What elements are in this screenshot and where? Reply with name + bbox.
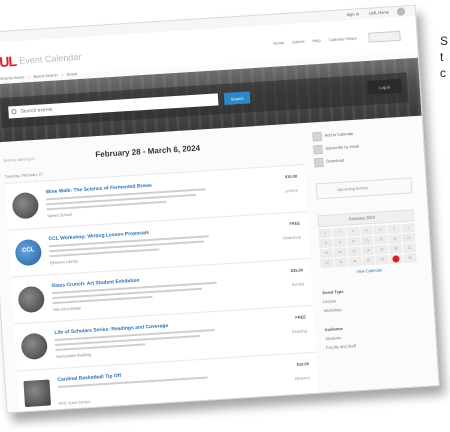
event-list: Wine Walk: The Science of Fermented Brew… xyxy=(4,164,320,414)
ul-logo[interactable]: UL xyxy=(0,53,16,70)
event-price: FREE xyxy=(295,314,307,320)
main-nav: Home Submit Help Calendar Views xyxy=(273,36,356,46)
top-links: Sign In UofL Home xyxy=(346,9,389,17)
event-location: Ekstrom Library xyxy=(49,258,79,266)
event-price: $25.00 xyxy=(290,267,304,274)
event-price: $15.00 xyxy=(284,173,298,180)
side-link-label: Add to Calendar xyxy=(324,130,354,138)
search-panel: Search Log in xyxy=(0,72,409,128)
event-thumbnail[interactable] xyxy=(11,191,40,220)
calendar-day[interactable]: 17 xyxy=(347,246,361,257)
calendar-day[interactable]: 16 xyxy=(333,247,347,258)
filter-option[interactable]: Workshop xyxy=(323,302,419,313)
email-icon xyxy=(313,144,323,155)
side-link-label: Download xyxy=(326,157,345,164)
calendar-day[interactable]: 1 xyxy=(318,228,332,239)
event-category: Athletics xyxy=(294,375,310,382)
breadcrumb-separator: › xyxy=(61,72,64,78)
top-link-2[interactable]: UofL Home xyxy=(369,9,389,15)
calendar-day[interactable]: 28 xyxy=(403,253,417,263)
calendar-day[interactable]: 10 xyxy=(346,236,361,247)
nav-item-submit[interactable]: Submit xyxy=(292,39,305,45)
calendar-day[interactable]: 4 xyxy=(359,225,374,236)
cropped-text-fragment: c xyxy=(440,66,446,80)
login-button[interactable]: Log in xyxy=(367,78,403,95)
event-location: Hite Art Institute xyxy=(52,305,82,313)
event-category: Workshop xyxy=(282,234,302,241)
calendar-day[interactable]: 6 xyxy=(387,224,402,234)
app-title: Event Calendar xyxy=(18,51,82,66)
breadcrumb-item: Event xyxy=(66,71,78,77)
calendar-day[interactable]: 22 xyxy=(320,258,334,269)
calendar-day[interactable]: 5 xyxy=(373,225,388,235)
event-category: Exhibit xyxy=(291,281,305,288)
view-option-select[interactable]: Events starting on xyxy=(3,156,35,163)
calendar-day[interactable]: 21 xyxy=(402,243,417,254)
calendar-day[interactable]: 26 xyxy=(375,254,390,265)
download-icon xyxy=(314,157,324,168)
calendar-day[interactable]: 24 xyxy=(348,256,362,267)
calendar-day[interactable]: 9 xyxy=(332,237,347,248)
event-location: Humanities Building xyxy=(55,351,92,360)
calendar-day[interactable]: 23 xyxy=(334,257,348,268)
calendar-day[interactable]: 19 xyxy=(375,244,389,255)
event-thumbnail[interactable] xyxy=(17,285,46,314)
calendar-day[interactable]: 12 xyxy=(374,234,388,245)
breadcrumb-item[interactable]: Events Home xyxy=(0,74,24,80)
calendar-day[interactable]: 11 xyxy=(360,235,374,246)
filter-option[interactable]: Faculty and Staff xyxy=(326,339,422,350)
sidebar: Add to Calendar Subscribe by email Downl… xyxy=(312,124,424,392)
user-avatar-icon[interactable] xyxy=(396,7,406,16)
calendar-day[interactable]: 25 xyxy=(361,255,376,266)
event-price: FREE xyxy=(289,220,301,227)
calendar-day-today[interactable]: 27 xyxy=(389,254,403,264)
search-input[interactable] xyxy=(8,93,219,119)
breadcrumb-separator: › xyxy=(28,74,30,80)
header-menu-button[interactable] xyxy=(368,30,401,43)
event-calendar-screenshot: Sign In UofL Home UL Event Calendar Home… xyxy=(0,4,440,414)
calendar-day[interactable]: 15 xyxy=(319,248,334,259)
event-thumbnail[interactable] xyxy=(20,332,49,361)
mini-calendar: February 2024 1 2 3 4 5 6 7 8 9 10 11 12 13 14 15 16 17 1… xyxy=(317,209,418,276)
calendar-day[interactable]: 14 xyxy=(402,233,416,244)
calendar-icon xyxy=(312,131,322,142)
event-price: $10.00 xyxy=(296,361,310,367)
calendar-day[interactable]: 20 xyxy=(388,244,403,254)
calendar-day[interactable]: 8 xyxy=(319,238,333,249)
upcoming-events-box[interactable]: Upcoming Events xyxy=(315,177,413,200)
date-range-title: February 28 - March 6, 2024 xyxy=(95,143,201,160)
side-link-label: Subscribe by email xyxy=(325,143,360,151)
breadcrumb-item[interactable]: Event Search xyxy=(34,72,58,78)
event-list-column: Events starting on February 28 - March 6… xyxy=(3,131,320,414)
calendar-day[interactable]: 18 xyxy=(361,245,375,256)
event-location: Speed School xyxy=(46,211,73,219)
calendar-day[interactable]: 2 xyxy=(332,227,346,238)
nav-item-help[interactable]: Help xyxy=(312,38,321,44)
search-button[interactable]: Search xyxy=(223,91,251,105)
event-title[interactable]: Cardinal Basketball Tip Off xyxy=(57,373,121,383)
calendar-grid: 1 2 3 4 5 6 7 8 9 10 11 12 13 14 15 16 17 18 19 20 21 22 23 24 2… xyxy=(318,223,417,269)
top-link-1[interactable]: Sign In xyxy=(346,11,359,17)
calendar-day[interactable]: 3 xyxy=(346,226,360,237)
upcoming-events-label: Upcoming Events xyxy=(336,185,369,193)
cropped-text-fragment: t xyxy=(440,50,444,64)
cropped-text-fragment: S xyxy=(440,34,449,48)
nav-item-views[interactable]: Calendar Views xyxy=(328,36,356,43)
event-thumbnail[interactable] xyxy=(23,379,52,408)
calendar-day[interactable]: 7 xyxy=(401,223,415,234)
nav-item-home[interactable]: Home xyxy=(273,40,284,46)
event-category: Reading xyxy=(291,328,307,335)
event-category: Lecture xyxy=(284,187,299,194)
event-location: KFC Yum! Center xyxy=(58,398,91,406)
calendar-day[interactable]: 13 xyxy=(388,234,402,244)
calendar-month: February 2024 xyxy=(348,214,376,222)
